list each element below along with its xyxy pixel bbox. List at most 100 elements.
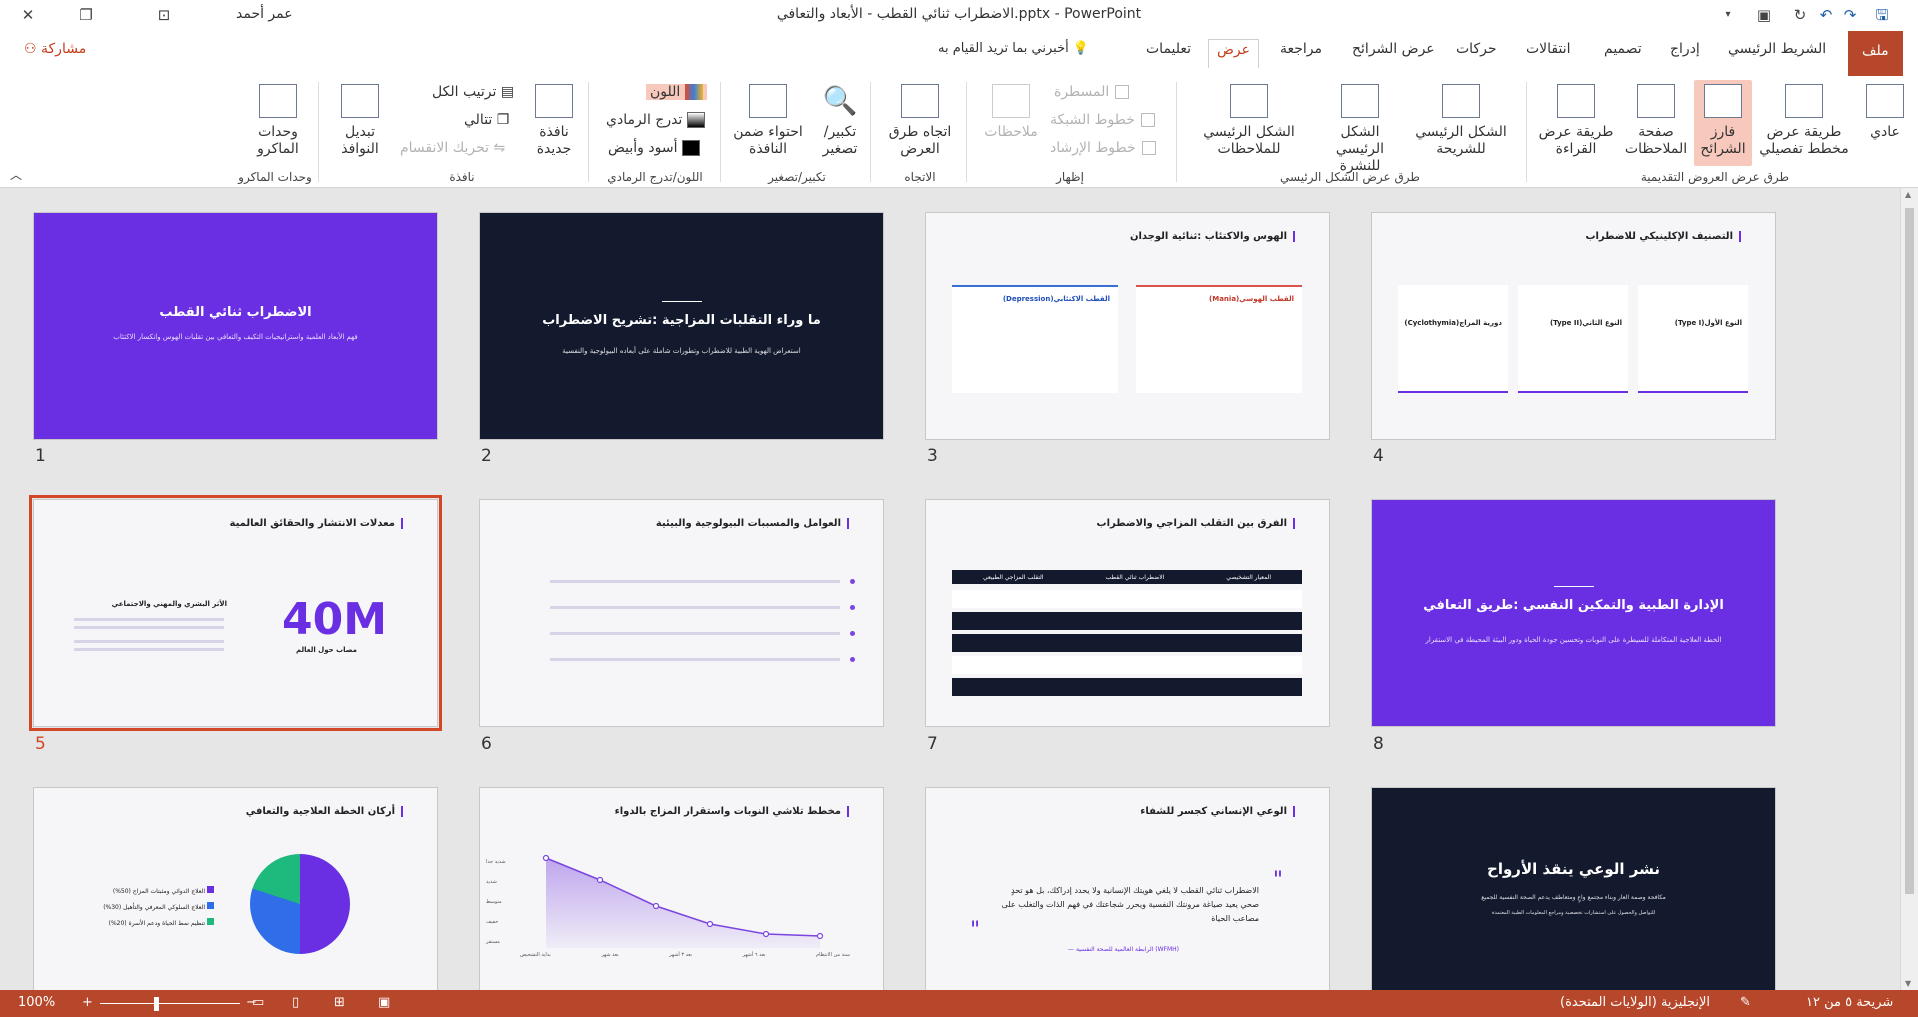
zoom-percentage[interactable]: 100% [18,995,55,1010]
slide-title: التصنيف الإكلينيكي للاضطراب [1585,231,1741,242]
slide-master-button[interactable]: الشكل الرئيسي للشريحة [1404,84,1518,158]
text-line [550,632,840,635]
grayscale-button[interactable]: تدرج الرمادي [606,112,705,128]
tab-home[interactable]: الشريط الرئيسي [1728,41,1826,57]
handout-master-button[interactable]: الشكل الرئيسي للنشرة [1318,84,1402,175]
cascade-button[interactable]: تتالي ❐ [464,112,509,128]
tab-animations[interactable]: حركات [1456,41,1497,57]
slide-number: 2 [481,446,492,466]
tab-file[interactable]: ملف [1848,31,1903,76]
slide-number: 7 [927,734,938,754]
notes-master-icon [1230,84,1268,118]
zoom-in-icon[interactable]: + [82,995,93,1010]
slide-title: الإدارة الطبية والتمكين النفسي :طريق الت… [1423,598,1724,613]
normal-view-button[interactable]: عادي [1860,84,1910,141]
language-status[interactable]: الإنجليزية (الولايات المتحدة) [1560,995,1710,1010]
group-separator [588,82,589,182]
gridlines-checkbox[interactable]: خطوط الشبكة [1050,112,1155,128]
black-white-icon [681,140,700,156]
redo-icon[interactable]: ↷ [1838,4,1862,26]
slide-thumbnail-5[interactable]: معدلات الانتشار والحقائق العالمية 40M مص… [29,495,442,731]
text-line [74,626,224,629]
slide-number: 6 [481,734,492,754]
tab-insert[interactable]: إدراج [1670,41,1700,57]
move-split-button[interactable]: تحريك الانقسام ⇋ [400,140,505,156]
slide-thumbnail-7[interactable]: الفرق بين التقلب المزاجي والاضطراب التقل… [926,500,1329,726]
save-icon[interactable]: 🖫 [1870,4,1894,26]
slide-thumbnail-10[interactable]: مخطط تلاشي النوبات واستقرار المزاج بالدو… [480,788,883,990]
data-point [542,854,550,862]
notes-master-button[interactable]: الشكل الرئيسي للملاحظات [1184,84,1314,158]
slide-sorter-button[interactable]: فارز الشرائح [1694,80,1752,166]
customize-qat-icon[interactable]: ▾ [1716,4,1740,26]
scroll-thumb[interactable] [1905,208,1914,894]
zoom-slider[interactable] [100,1003,240,1004]
bullet-icon [850,605,855,610]
slide-thumbnail-9[interactable]: أركان الخطة العلاجية والتعافي العلاج الد… [34,788,437,990]
data-point [652,902,660,910]
text-line [74,648,224,651]
repeat-icon[interactable]: ↻ [1788,4,1812,26]
slide-title: العوامل والمسببات البيولوجية والبيئية [656,518,849,529]
slide-number: 5 [35,734,46,754]
slide-title: نشر الوعي ينقذ الأرواح [1487,860,1660,878]
tab-transitions[interactable]: انتقالات [1526,41,1571,57]
guides-checkbox[interactable]: خطوط الإرشاد [1050,140,1156,156]
slide-thumbnail-11[interactable]: الوعي الإنساني كجسر للشفاء " " الاضطراب … [926,788,1329,990]
tab-review[interactable]: مراجعة [1280,41,1322,57]
tab-design[interactable]: تصميم [1604,41,1642,57]
macros-button[interactable]: وحدات الماكرو [246,84,310,158]
slide-sorter-area[interactable]: الاضطراب ثنائي القطب فهم الأبعاد العلمية… [0,188,1900,990]
split-icon: ⇋ [493,140,506,156]
slide-thumbnail-12[interactable]: نشر الوعي ينقذ الأرواح مكافحة وصمة العار… [1372,788,1775,990]
group-separator [318,82,319,182]
present-from-beginning-icon[interactable]: ▣ [1752,4,1776,26]
notes-page-button[interactable]: صفحة الملاحظات [1620,84,1692,158]
reading-view-button[interactable]: طريقة عرض القراءة [1534,84,1618,158]
card: (Cyclothymia)دورية المزاج [1398,285,1508,393]
slide-thumbnail-2[interactable]: ما وراء التقلبات المزاجية :تشريح الاضطرا… [480,213,883,439]
text-direction-button[interactable]: اتجاه طرق العرض [880,84,960,158]
collapse-ribbon-icon[interactable]: ︿ [10,166,22,183]
quote-mark-icon: " [970,918,981,943]
notes-button[interactable]: ملاحظات [976,84,1046,141]
new-window-icon [535,84,573,118]
undo-icon[interactable]: ↶ [1814,4,1838,26]
share-button[interactable]: ⚇ مشاركة [24,41,86,57]
cascade-icon: ❐ [496,112,510,128]
tab-slideshow[interactable]: عرض الشرائح [1352,41,1435,57]
arrange-all-button[interactable]: ترتيب الكل ▤ [432,84,514,100]
tab-help[interactable]: تعليمات [1146,41,1191,57]
scroll-up-icon[interactable]: ▲ [1905,190,1911,199]
normal-view-icon[interactable]: ▣ [378,995,390,1010]
slide-thumbnail-3[interactable]: الهوس والاكتئاب :ثنائية الوجدان (Mania)ا… [926,213,1329,439]
magnifier-icon: 🔍 [821,84,859,118]
slide-thumbnail-8[interactable]: الإدارة الطبية والتمكين النفسي :طريق الت… [1372,500,1775,726]
slide-thumbnail-6[interactable]: العوامل والمسببات البيولوجية والبيئية [480,500,883,726]
slideshow-icon[interactable]: ▭ [252,995,264,1010]
spelling-icon[interactable]: ✎ [1740,995,1751,1010]
switch-windows-button[interactable]: تبديل النوافذ [328,84,392,158]
quote-text: الاضطراب ثنائي القطب لا يلغي هويتك الإنس… [1001,886,1259,923]
fit-window-button[interactable]: احتواء ضمن النافذة [726,84,810,158]
outline-view-button[interactable]: طريقة عرض مخطط تفصيلي [1754,84,1854,158]
ruler-checkbox[interactable]: المسطرة [1054,84,1130,100]
stat-label: مصاب حول العالم [296,646,358,654]
scroll-down-icon[interactable]: ▼ [1905,979,1911,988]
tab-view[interactable]: عرض [1208,39,1260,68]
new-window-button[interactable]: نافذة جديدة [526,84,582,158]
slide-title: معدلات الانتشار والحقائق العالمية [230,518,403,529]
black-white-button[interactable]: أسود وأبيض [608,140,700,156]
zoom-slider-thumb[interactable] [154,997,159,1011]
slide-thumbnail-1[interactable]: الاضطراب ثنائي القطب فهم الأبعاد العلمية… [34,213,437,439]
color-button[interactable]: اللون [646,84,707,100]
zoom-button[interactable]: 🔍 تكبير/ تصغير [812,84,868,158]
slide-thumbnail-4[interactable]: التصنيف الإكلينيكي للاضطراب (Type I)النو… [1372,213,1775,439]
vertical-scrollbar[interactable]: ▲ ▼ [1900,188,1918,990]
tell-me-box[interactable]: أخبرني بما تريد القيام به 💡 [938,41,1089,56]
slide-sorter-icon[interactable]: ⊞ [334,995,345,1010]
group-separator [1526,82,1527,182]
slide-master-icon [1442,84,1480,118]
slide-title: الوعي الإنساني كجسر للشفاء [1140,806,1295,817]
reading-view-icon[interactable]: ▯ [292,995,299,1010]
